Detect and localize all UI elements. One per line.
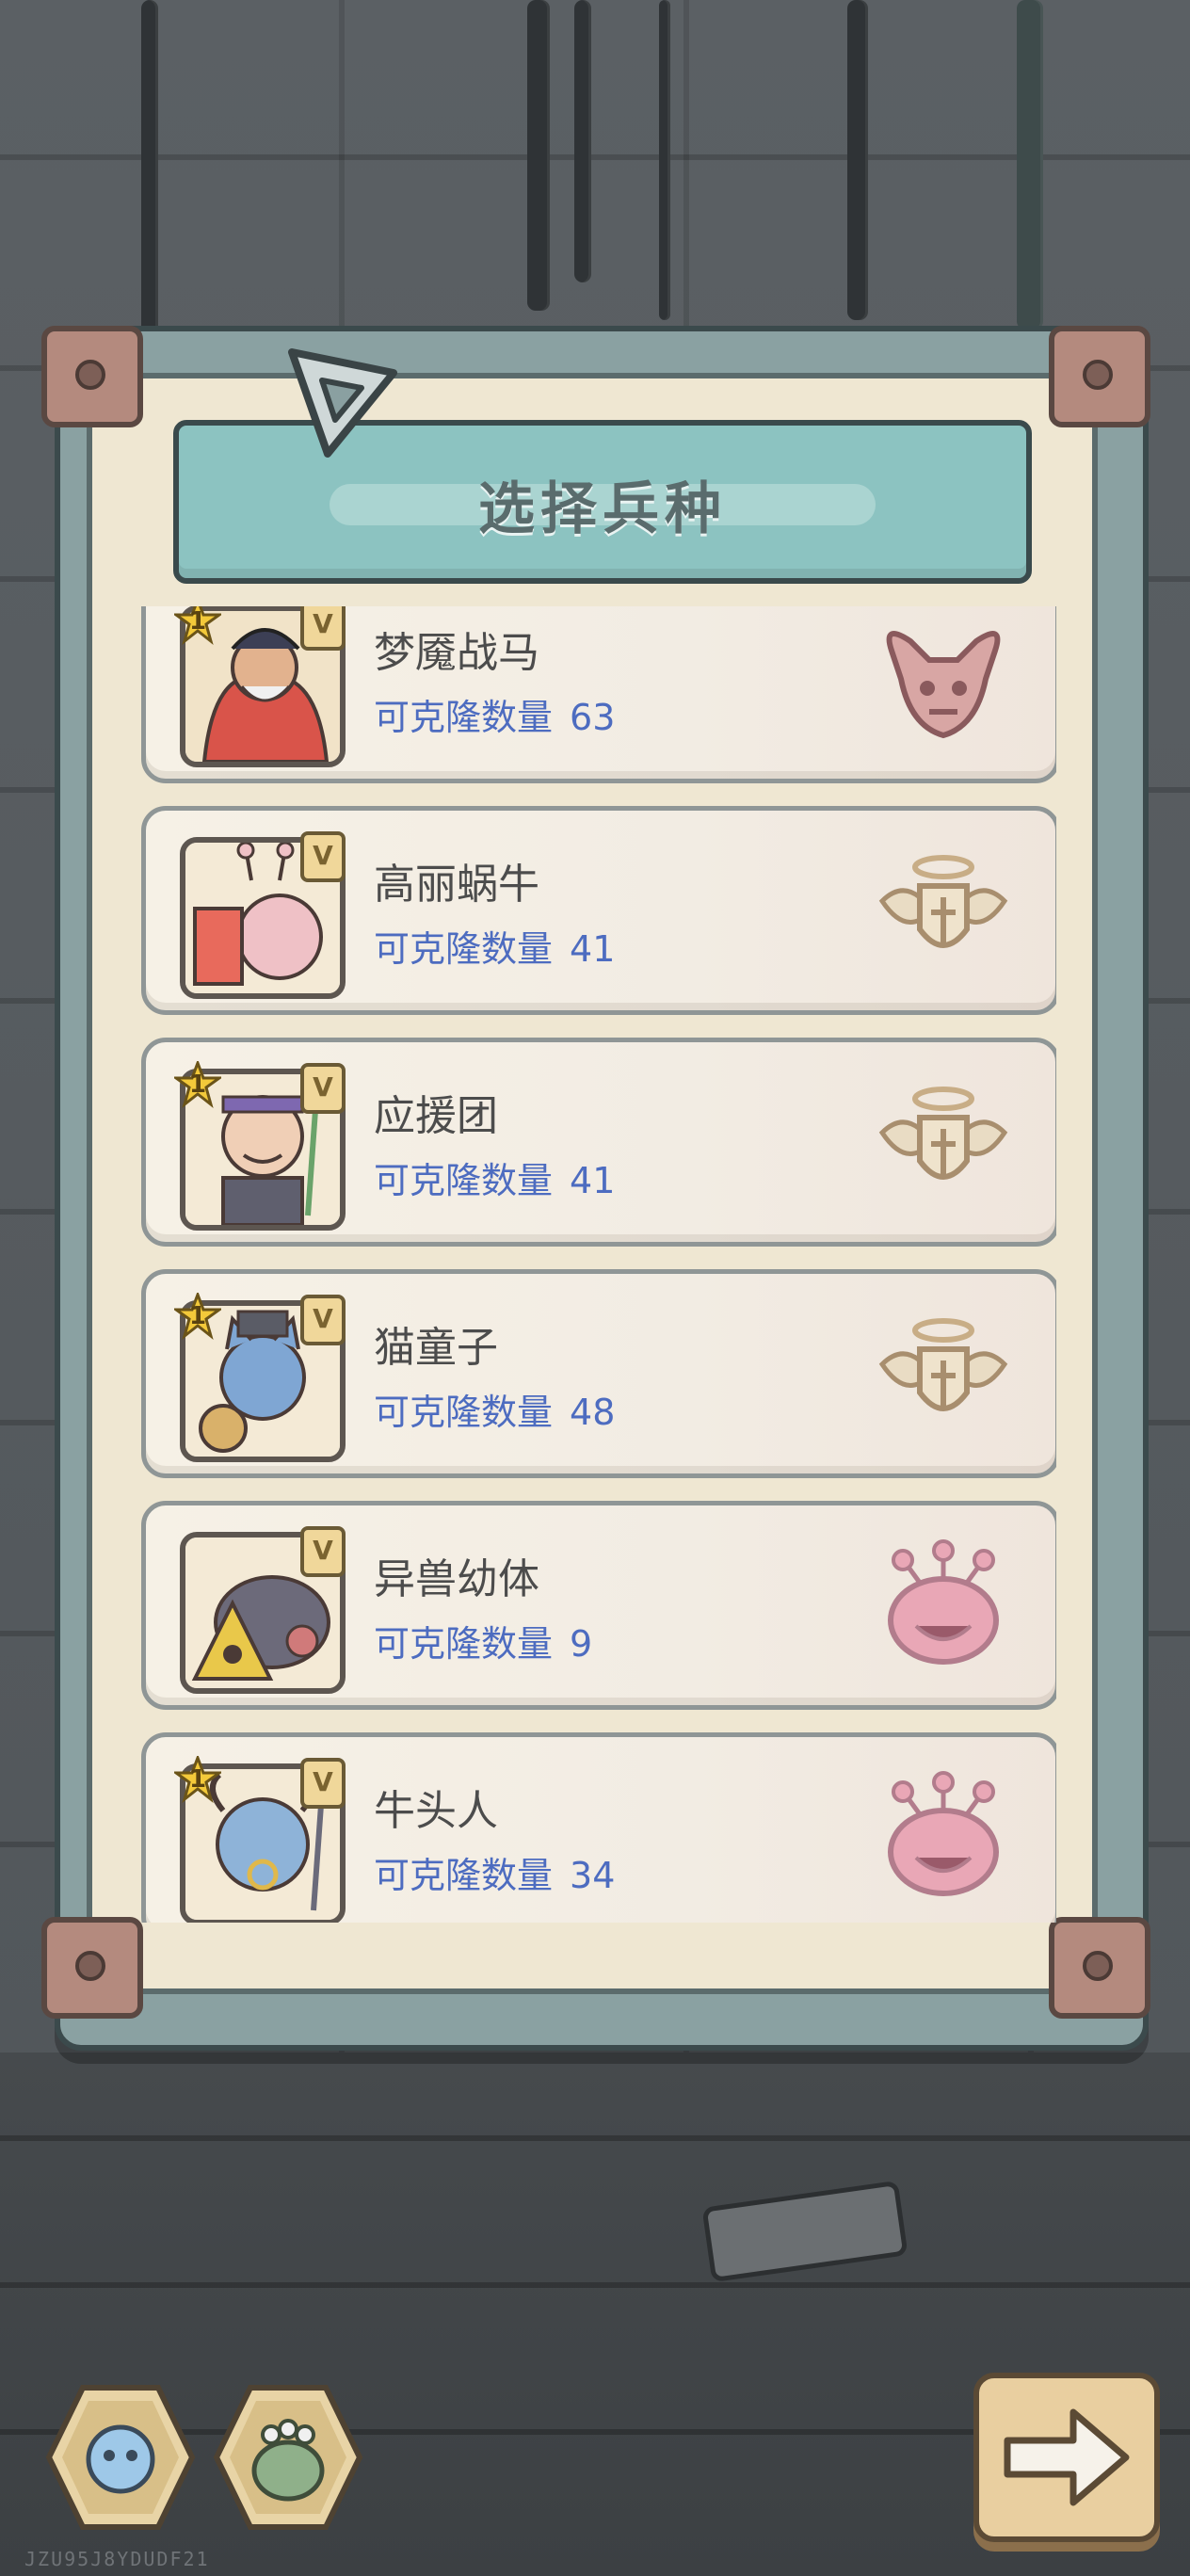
unit-list[interactable]: 1 V 梦魇战马 可克隆数量 63 V 高丽蜗牛 可克隆数量 41 1 V 应援… xyxy=(141,606,1056,1923)
three-eyed-monster-icon xyxy=(888,1771,999,1896)
level-star-badge xyxy=(174,1756,221,1803)
dialog-title: 选择兵种 xyxy=(478,476,727,542)
unit-name: 高丽蜗牛 xyxy=(374,861,539,909)
unit-name: 猫童子 xyxy=(374,1324,498,1372)
clone-count: 34 xyxy=(570,1855,616,1896)
demon-bull-icon xyxy=(886,631,1001,739)
clone-count-line: 可克隆数量 41 xyxy=(374,920,615,972)
game-scene: 选择兵种 1 V 梦魇战马 可克隆数量 63 V 高丽蜗牛 可克隆数量 41 1… xyxy=(0,0,1190,2576)
clone-count-line: 可克隆数量 41 xyxy=(374,1151,615,1203)
unit-name: 应援团 xyxy=(374,1092,498,1140)
unit-name: 异兽幼体 xyxy=(374,1555,539,1603)
unit-row[interactable]: V 异兽幼体 可克隆数量 9 xyxy=(141,1501,1056,1710)
device-code: JZU95J8YDUDF21 xyxy=(24,2548,210,2570)
unit-row[interactable]: 1 V 猫童子 可克隆数量 48 xyxy=(141,1269,1056,1478)
clone-count: 48 xyxy=(570,1392,616,1433)
rank-badge: V xyxy=(300,831,346,882)
winged-shield-icon xyxy=(878,855,1008,948)
level-star-badge xyxy=(174,1293,221,1340)
corner-bolt xyxy=(41,1917,143,2019)
next-button[interactable] xyxy=(973,2373,1160,2542)
rank-badge: V xyxy=(300,1063,346,1114)
multi-eyed-creature-icon[interactable] xyxy=(213,2382,363,2533)
rank-badge: V xyxy=(300,606,346,651)
unit-row[interactable]: V 高丽蜗牛 可克隆数量 41 xyxy=(141,806,1056,1015)
arrow-right-icon xyxy=(1004,2408,1130,2506)
clone-count: 41 xyxy=(570,928,616,970)
rank-badge: V xyxy=(300,1295,346,1345)
clone-count-line: 可克隆数量 34 xyxy=(374,1846,615,1898)
unit-row[interactable]: 1 V 应援团 可克隆数量 41 xyxy=(141,1038,1056,1247)
rank-badge: V xyxy=(300,1758,346,1809)
unit-row[interactable]: 1 V 梦魇战马 可克隆数量 63 xyxy=(141,606,1056,783)
level-star-badge xyxy=(174,606,221,645)
clone-count-line: 可克隆数量 9 xyxy=(374,1615,592,1666)
clone-label: 可克隆数量 xyxy=(374,1392,554,1433)
corner-bolt xyxy=(1049,326,1150,427)
cable xyxy=(574,0,591,282)
clone-count-line: 可克隆数量 63 xyxy=(374,688,615,740)
cable xyxy=(847,0,868,320)
cable xyxy=(1017,0,1043,330)
unit-name: 梦魇战马 xyxy=(374,629,539,677)
triangle-emblem-icon xyxy=(288,348,397,458)
unit-name: 牛头人 xyxy=(374,1787,498,1835)
cable xyxy=(141,0,158,339)
three-eyed-monster-icon xyxy=(888,1539,999,1665)
clone-label: 可克隆数量 xyxy=(374,928,554,970)
cable xyxy=(659,0,670,320)
clone-label: 可克隆数量 xyxy=(374,1855,554,1896)
level-star-badge xyxy=(174,1061,221,1108)
clone-count: 41 xyxy=(570,1160,616,1201)
cable xyxy=(527,0,550,311)
clone-label: 可克隆数量 xyxy=(374,1623,554,1665)
winged-shield-icon xyxy=(878,1318,1008,1411)
unit-row[interactable]: 1 V 牛头人 可克隆数量 34 xyxy=(141,1732,1056,1923)
rank-badge: V xyxy=(300,1526,346,1577)
corner-bolt xyxy=(1049,1917,1150,2019)
clone-count: 9 xyxy=(570,1623,593,1665)
clone-label: 可克隆数量 xyxy=(374,1160,554,1201)
corner-bolt xyxy=(41,326,143,427)
clone-label: 可克隆数量 xyxy=(374,697,554,738)
clone-count: 63 xyxy=(570,697,616,738)
clone-count-line: 可克隆数量 48 xyxy=(374,1383,615,1435)
winged-shield-icon xyxy=(878,1087,1008,1180)
robot-face-icon[interactable] xyxy=(45,2382,196,2533)
